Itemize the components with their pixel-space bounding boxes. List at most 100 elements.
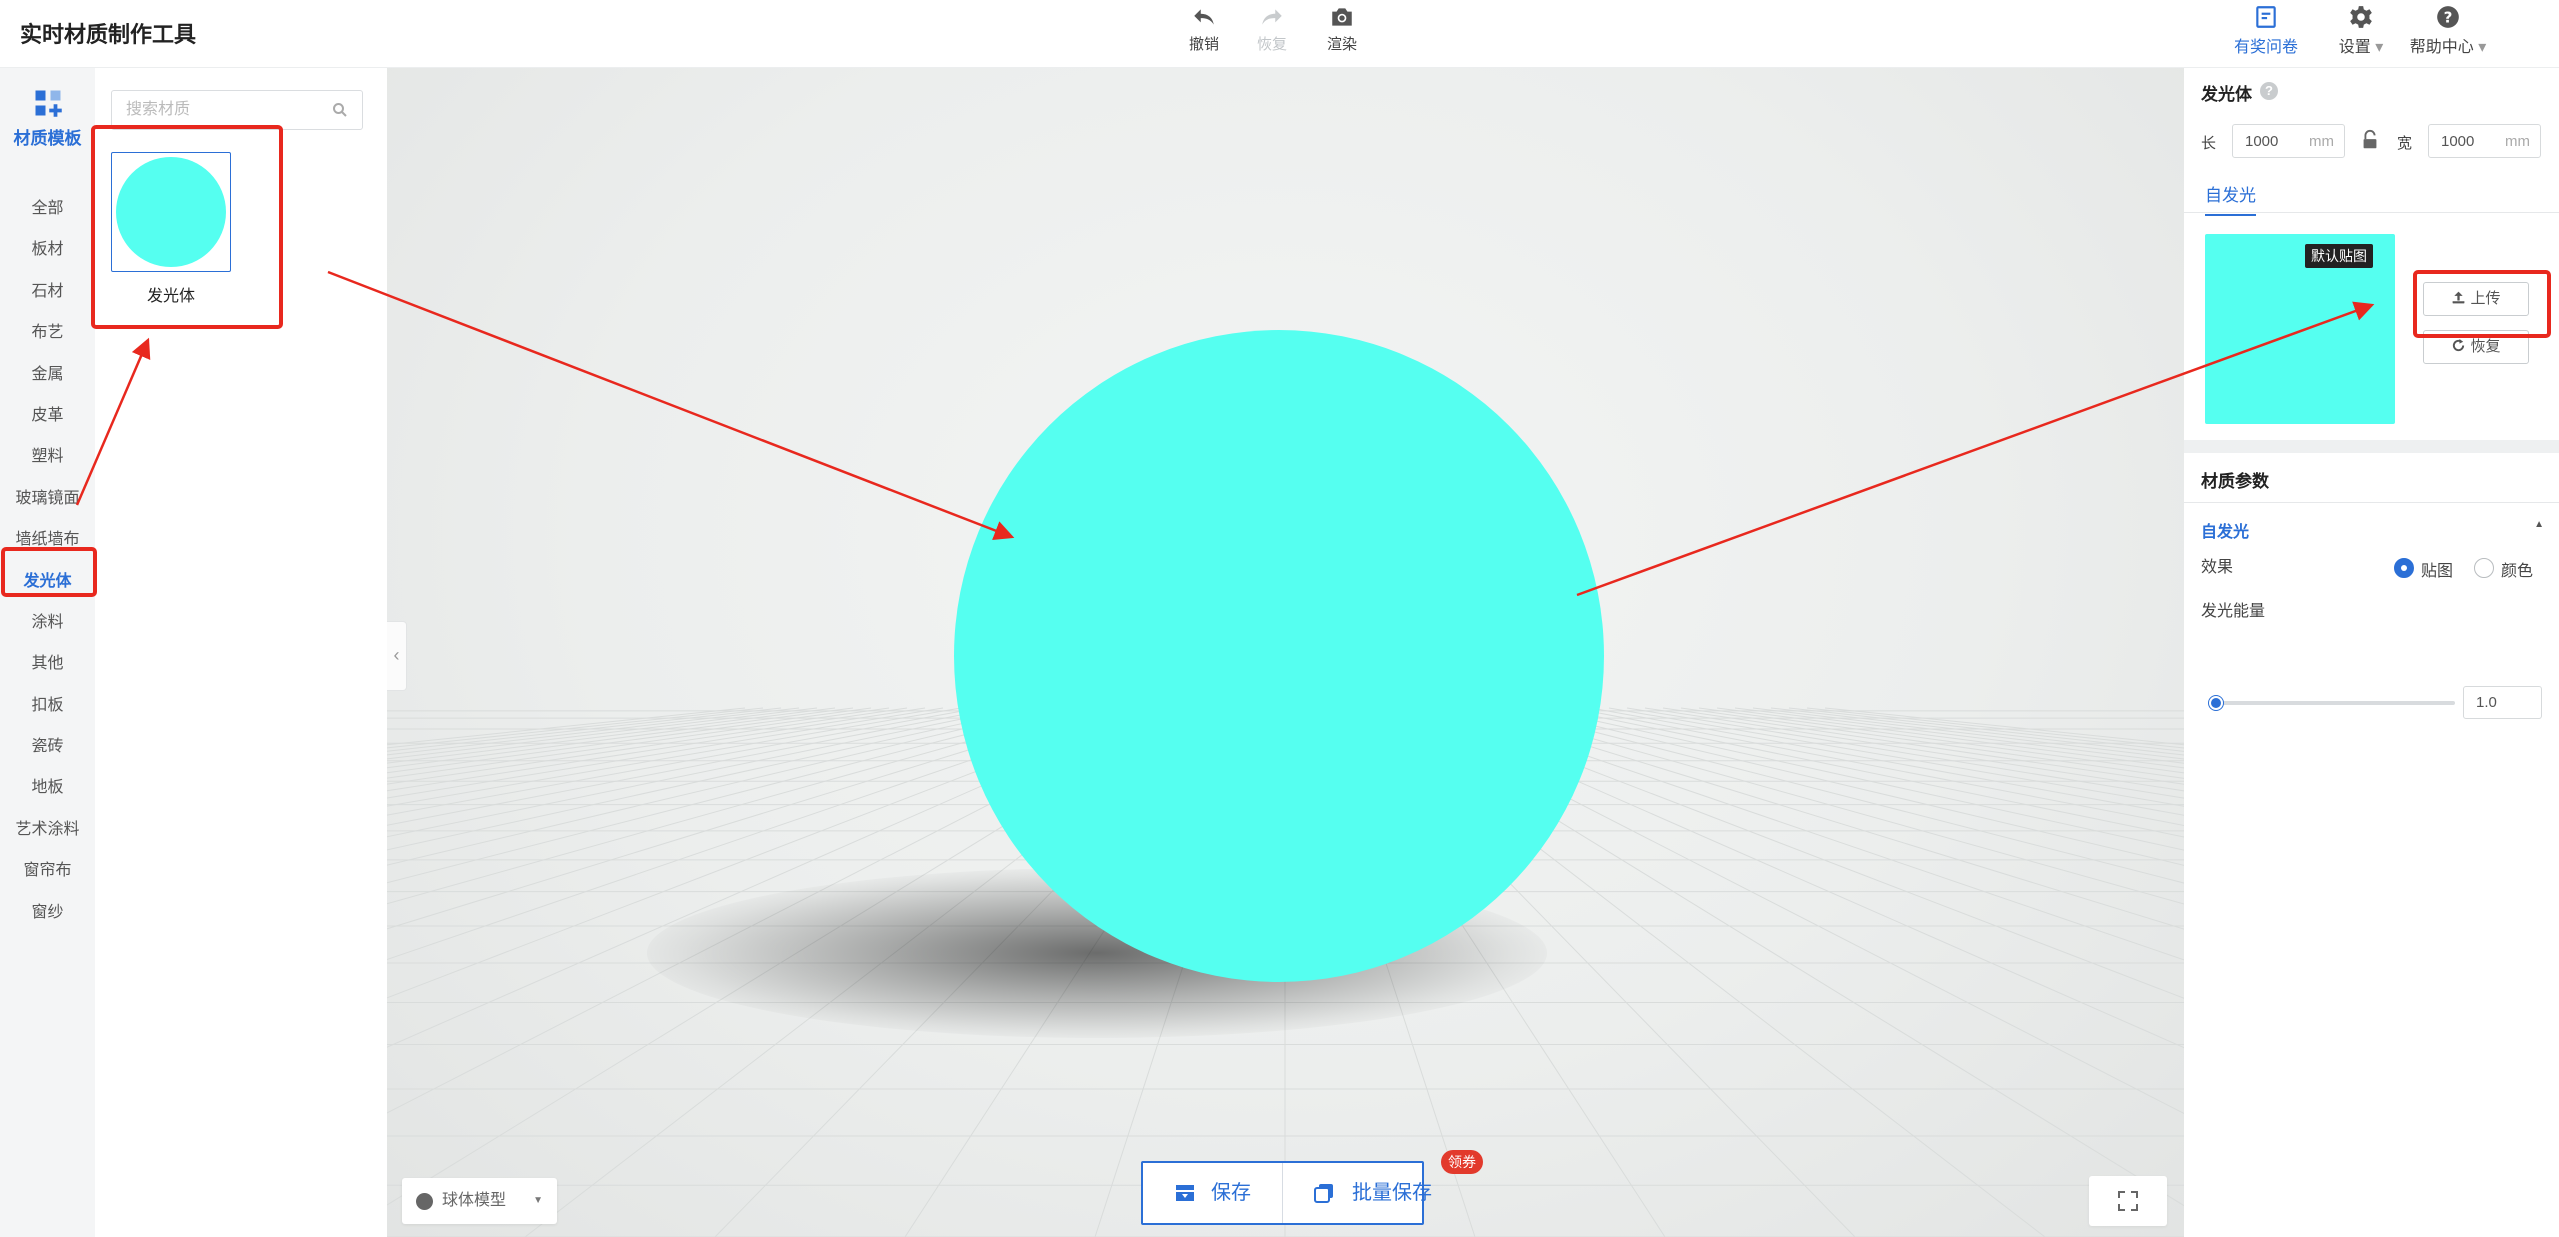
lock-icon[interactable] bbox=[2359, 129, 2381, 151]
material-card-label: 发光体 bbox=[146, 288, 195, 305]
upload-icon bbox=[2453, 291, 2465, 304]
category-item[interactable]: 艺术涂料 bbox=[0, 809, 95, 850]
batch-save-button[interactable]: 批量保存 bbox=[1284, 1163, 1432, 1223]
reset-button[interactable]: 恢复 bbox=[2423, 330, 2529, 364]
energy-slider-thumb[interactable] bbox=[2209, 696, 2224, 710]
effect-label: 效果 bbox=[2201, 559, 2234, 576]
length-input[interactable]: 1000 mm bbox=[2232, 124, 2345, 158]
category-item[interactable]: 塑料 bbox=[0, 436, 95, 477]
effect-option-map: 贴图 bbox=[2421, 563, 2454, 580]
category-item[interactable]: 皮革 bbox=[0, 395, 95, 436]
save-group: 保存 批量保存 bbox=[1141, 1161, 1432, 1225]
undo-label: 撤销 bbox=[1188, 36, 1219, 53]
category-item[interactable]: 布艺 bbox=[0, 312, 95, 353]
category-item[interactable]: 地板 bbox=[0, 767, 95, 808]
question-icon[interactable]: ? bbox=[2260, 82, 2278, 100]
radio-dot-icon bbox=[2474, 558, 2494, 578]
undo-button[interactable]: 撤销 bbox=[1174, 4, 1234, 54]
render-label: 渲染 bbox=[1326, 36, 1357, 53]
width-unit: mm bbox=[2505, 133, 2530, 150]
length-label: 长 bbox=[2201, 135, 2217, 152]
category-item[interactable]: 墙纸墙布 bbox=[0, 519, 95, 560]
params-divider bbox=[2184, 502, 2559, 503]
save-label: 保存 bbox=[1211, 1182, 1251, 1204]
object-title: 发光体 bbox=[2201, 85, 2252, 104]
material-template-tab[interactable]: 材质模板 bbox=[0, 88, 95, 149]
3d-viewport[interactable]: ‹ 球体模型 ▼ 保存 批量保存 领券 bbox=[387, 68, 2184, 1237]
search-icon[interactable] bbox=[332, 102, 348, 118]
coupon-badge[interactable]: 领券 bbox=[1441, 1150, 1483, 1174]
undo-icon bbox=[1194, 9, 1214, 25]
settings-label: 设置 bbox=[2338, 39, 2371, 56]
energy-label: 发光能量 bbox=[2201, 603, 2266, 620]
category-item[interactable]: 窗帘布 bbox=[0, 850, 95, 891]
chevron-left-icon: ‹ bbox=[393, 645, 400, 665]
width-label: 宽 bbox=[2397, 135, 2413, 152]
category-item[interactable]: 发光体 bbox=[0, 561, 95, 602]
category-item[interactable]: 其他 bbox=[0, 643, 95, 684]
category-item[interactable]: 全部 bbox=[0, 188, 95, 229]
help-icon: ? bbox=[2437, 6, 2459, 28]
category-item[interactable]: 金属 bbox=[0, 354, 95, 395]
settings-button[interactable]: 设置 ▾ bbox=[2331, 4, 2391, 57]
save-icon bbox=[1176, 1185, 1194, 1201]
category-item[interactable]: 窗纱 bbox=[0, 892, 95, 933]
model-select-value: 球体模型 bbox=[442, 1192, 507, 1209]
reset-label: 恢复 bbox=[2470, 338, 2501, 355]
length-unit: mm bbox=[2309, 133, 2334, 150]
emissive-sphere[interactable] bbox=[954, 330, 1604, 982]
category-item[interactable]: 扣板 bbox=[0, 685, 95, 726]
category-item[interactable]: 板材 bbox=[0, 229, 95, 270]
energy-slider[interactable] bbox=[2209, 696, 2455, 710]
default-texture-badge: 默认贴图 bbox=[2305, 244, 2373, 268]
help-button[interactable]: ? 帮助中心 ▾ bbox=[2405, 4, 2491, 57]
model-select[interactable]: 球体模型 ▼ bbox=[402, 1178, 557, 1224]
caret-down-icon: ▼ bbox=[533, 1195, 543, 1206]
material-card[interactable]: 发光体 bbox=[111, 152, 235, 306]
template-grid-icon bbox=[35, 90, 62, 117]
object-card: 发光体 ? 长 1000 mm 宽 1000 mm 自发光 默认贴图 上传 恢复 bbox=[2184, 68, 2559, 440]
redo-button[interactable]: 恢复 bbox=[1242, 4, 1302, 54]
search-input[interactable] bbox=[112, 91, 322, 129]
category-item[interactable]: 瓷砖 bbox=[0, 726, 95, 767]
sphere-model-icon bbox=[416, 1193, 433, 1210]
category-item[interactable]: 石材 bbox=[0, 271, 95, 312]
material-thumbnail bbox=[111, 152, 231, 272]
redo-label: 恢复 bbox=[1256, 36, 1287, 53]
category-list: 全部 板材 石材 布艺 金属 皮革 塑料 玻璃镜面 墙纸墙布 发光体 涂料 其他 扣板 瓷砖 地板 艺术涂料窗… bbox=[0, 188, 95, 933]
tab-emissive[interactable]: 自发光 bbox=[2205, 181, 2256, 216]
camera-icon bbox=[1332, 8, 1352, 26]
effect-option-color: 颜色 bbox=[2501, 563, 2534, 580]
gear-icon bbox=[2350, 6, 2372, 28]
texture-preview: 默认贴图 bbox=[2205, 234, 2395, 424]
search-box bbox=[111, 90, 363, 130]
width-value: 1000 bbox=[2441, 133, 2475, 150]
svg-text:?: ? bbox=[2444, 8, 2453, 26]
redo-icon bbox=[1262, 9, 1282, 25]
batch-save-icon bbox=[1314, 1184, 1333, 1203]
render-button[interactable]: 渲染 bbox=[1312, 4, 1372, 54]
upload-label: 上传 bbox=[2470, 290, 2501, 307]
energy-input[interactable]: 1.0 bbox=[2463, 686, 2542, 719]
batch-save-label: 批量保存 bbox=[1352, 1182, 1432, 1204]
fullscreen-button[interactable] bbox=[2089, 1176, 2167, 1226]
help-label: 帮助中心 bbox=[2409, 39, 2474, 56]
survey-label: 有奖问卷 bbox=[2233, 39, 2298, 56]
category-item[interactable]: 涂料 bbox=[0, 602, 95, 643]
caret-up-icon[interactable]: ▲ bbox=[2534, 519, 2544, 530]
length-value: 1000 bbox=[2245, 133, 2279, 150]
upload-button[interactable]: 上传 bbox=[2423, 282, 2529, 316]
category-item[interactable]: 玻璃镜面 bbox=[0, 478, 95, 519]
emissive-section-title[interactable]: 自发光 bbox=[2201, 518, 2249, 542]
app-title: 实时材质制作工具 bbox=[20, 22, 197, 47]
material-params-card: 材质参数 自发光 ▲ 效果 贴图 颜色 发光能量 1.0 bbox=[2184, 453, 2559, 1237]
collapse-panel-button[interactable]: ‹ bbox=[387, 621, 407, 691]
refresh-icon bbox=[2453, 338, 2465, 352]
save-button[interactable]: 保存 bbox=[1143, 1163, 1283, 1223]
radio-dot-icon bbox=[2394, 558, 2414, 578]
survey-button[interactable]: 有奖问卷 bbox=[2230, 4, 2302, 57]
category-rail: 材质模板 全部 板材 石材 布艺 金属 皮革 塑料 玻璃镜面 墙纸墙布 发光体 涂料 其他 扣板 瓷砖 地板… bbox=[0, 68, 95, 1237]
survey-icon bbox=[2256, 6, 2276, 28]
emissive-ball-preview bbox=[116, 157, 226, 267]
width-input[interactable]: 1000 mm bbox=[2428, 124, 2541, 158]
